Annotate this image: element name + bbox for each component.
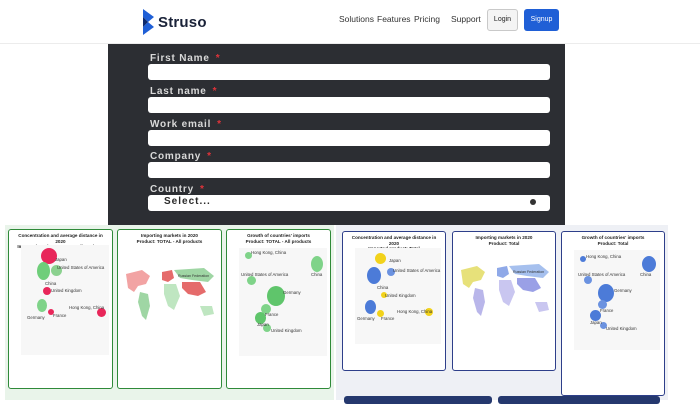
label-germany: Germany xyxy=(27,315,45,320)
map-label-russia: Russian Federation xyxy=(178,274,210,278)
label-france: France xyxy=(53,313,67,318)
card-title: Importing markets in 2020 Product: TOTAL … xyxy=(136,233,203,244)
concentration-chart-card[interactable]: Concentration and average distance in 20… xyxy=(342,231,446,371)
bubble-usa xyxy=(247,276,256,285)
map-label-russia: Russian Federation xyxy=(513,270,545,274)
concentration-chart-card[interactable]: Concentration and average distance in 20… xyxy=(8,229,113,389)
card-title: Importing markets in 2020 Product: Total xyxy=(475,235,533,246)
label-china: China xyxy=(640,272,652,277)
label-hongkong: Hong Kong, China xyxy=(251,250,287,255)
bubble-germany xyxy=(267,286,285,306)
label-uk: United Kingdom xyxy=(606,326,637,331)
country-select-value: Select... xyxy=(164,196,211,207)
country-label: Country * xyxy=(150,184,205,195)
bubble-japan xyxy=(375,253,386,264)
label-china: China xyxy=(377,285,389,290)
brand-name: Struso xyxy=(158,13,207,31)
dashboard-action-button[interactable] xyxy=(498,396,660,404)
plot-area: Hong Kong, China China United States of … xyxy=(239,248,327,356)
label-japan: Japan xyxy=(257,322,269,327)
dashboard-green: Concentration and average distance in 20… xyxy=(5,225,334,400)
brand-logo[interactable]: Struso xyxy=(141,8,207,36)
label-germany: Germany xyxy=(614,288,632,293)
struso-logo-icon xyxy=(143,9,154,35)
label-germany: Germany xyxy=(283,290,301,295)
label-usa: United States of America xyxy=(578,272,626,277)
label-usa: United States of America xyxy=(393,268,441,273)
plot-area: Hong Kong, China China United States of … xyxy=(574,250,660,350)
work-email-input[interactable] xyxy=(148,130,550,146)
label-hongkong: Hong Kong, China xyxy=(397,309,433,314)
label-germany: Germany xyxy=(357,316,375,321)
label-uk: United Kingdom xyxy=(385,293,416,298)
label-japan: Japan xyxy=(590,320,602,325)
growth-chart-card[interactable]: Growth of countries' imports Product: TOT… xyxy=(226,229,331,389)
bubble-china xyxy=(642,256,656,272)
signup-button[interactable]: Signup xyxy=(524,9,559,31)
card-title: Growth of countries' imports Product: TOT… xyxy=(245,233,312,244)
plot-area: Japan United States of America China Uni… xyxy=(355,248,441,344)
bubble-china xyxy=(367,267,381,284)
nav-features[interactable]: Features xyxy=(377,14,411,24)
bubble-usa xyxy=(584,276,592,284)
label-hongkong: Hong Kong, China xyxy=(69,305,105,310)
bubble-uk xyxy=(43,287,51,295)
bubble-china xyxy=(37,262,50,280)
bubble-germany xyxy=(365,300,376,314)
label-france: France xyxy=(600,308,614,313)
country-select[interactable]: Select... xyxy=(148,195,550,211)
first-name-label: First Name * xyxy=(150,53,221,64)
top-navbar: Struso Solutions Features Pricing Suppor… xyxy=(0,0,700,44)
company-label: Company * xyxy=(150,151,212,162)
nav-pricing[interactable]: Pricing xyxy=(414,14,440,24)
last-name-input[interactable] xyxy=(148,97,550,113)
nav-solutions[interactable]: Solutions xyxy=(339,14,374,24)
work-email-label: Work email * xyxy=(150,119,222,130)
plot-area: Japan United States of America China Uni… xyxy=(21,245,109,355)
label-uk: United Kingdom xyxy=(51,288,82,293)
label-china: China xyxy=(45,281,57,286)
importing-markets-map-card[interactable]: Importing markets in 2020 Product: Total … xyxy=(452,231,556,371)
label-china: China xyxy=(311,272,323,277)
label-france: France xyxy=(265,312,279,317)
label-usa: United States of America xyxy=(57,265,105,270)
dashboard-blue: Concentration and average distance in 20… xyxy=(336,225,668,400)
card-title: Growth of countries' imports Product: Tot… xyxy=(581,235,645,246)
label-japan: Japan xyxy=(55,257,67,262)
nav-support[interactable]: Support xyxy=(451,14,481,24)
login-button[interactable]: Login xyxy=(487,9,518,31)
dashboard-action-button[interactable] xyxy=(344,396,492,404)
first-name-input[interactable] xyxy=(148,64,550,80)
company-input[interactable] xyxy=(148,162,550,178)
bubble-germany xyxy=(37,299,47,312)
growth-chart-card[interactable]: Growth of countries' imports Product: Tot… xyxy=(561,231,665,396)
importing-markets-map-card[interactable]: Importing markets in 2020 Product: TOTAL … xyxy=(117,229,222,389)
bubble-china xyxy=(311,256,323,272)
label-japan: Japan xyxy=(389,258,401,263)
select-arrow-icon xyxy=(530,199,536,205)
label-uk: United Kingdom xyxy=(271,328,302,333)
label-usa: United States of America xyxy=(241,272,289,277)
label-france: France xyxy=(381,316,395,321)
signup-form: First Name * Last name * Work email * Compa… xyxy=(108,44,565,225)
last-name-label: Last name * xyxy=(150,86,218,97)
label-hongkong: Hong Kong, China xyxy=(586,254,622,259)
